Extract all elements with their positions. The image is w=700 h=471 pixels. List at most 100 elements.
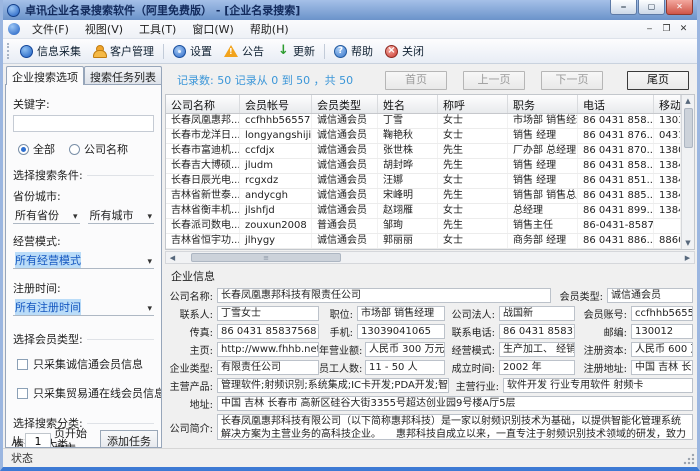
- last-page-button[interactable]: 尾页: [627, 70, 689, 90]
- table-row[interactable]: 吉林省衡丰机... jlshfjd 诚信通会员 赵翊雁 女士 总经理 86 0431 899…: [166, 204, 694, 219]
- checkbox-maoyitong[interactable]: 只采集贸易通在线会员信息: [17, 385, 161, 401]
- horizontal-scrollbar[interactable]: ◀ ▶: [165, 251, 695, 264]
- business-mode-field[interactable]: 生产加工、 经销批发: [499, 342, 575, 357]
- phone-field[interactable]: 86 0431 85837566: [499, 324, 575, 339]
- close-app-button[interactable]: 关闭: [379, 41, 430, 61]
- announcement-button[interactable]: 公告: [218, 41, 270, 61]
- revenue-field[interactable]: 人民币 300 万元/年: [365, 342, 445, 357]
- fax-field[interactable]: 86 0431 85837568: [217, 324, 319, 339]
- industry-field[interactable]: 软件开发 行业专用软件 射频卡: [503, 378, 693, 393]
- col-company-name[interactable]: 公司名称: [166, 95, 240, 113]
- table-row[interactable]: 长春市富迪机... ccfdjx 诚信通会员 张世株 先生 厂办部 总经理 86 0431 …: [166, 144, 694, 159]
- table-row[interactable]: 长春凤凰惠邦...ccfhhb5655755诚信通会员丁雪女士市场部 销售经理8…: [166, 114, 694, 129]
- vertical-scrollbar[interactable]: ▲ ▼: [681, 95, 694, 249]
- checkbox-chengxintong[interactable]: 只采集诚信通会员信息: [17, 356, 154, 372]
- scroll-down-icon[interactable]: ▼: [682, 237, 695, 249]
- table-cell: 赵翊雁: [378, 204, 438, 218]
- customer-manage-button[interactable]: 客户管理: [87, 41, 160, 61]
- col-name[interactable]: 姓名: [378, 95, 438, 113]
- col-mobile[interactable]: 移动电: [654, 95, 681, 113]
- tab-strip: 企业搜索选项 搜索任务列表: [5, 66, 162, 85]
- zipcode-field[interactable]: 130012: [631, 324, 693, 339]
- company-type-field[interactable]: 有限责任公司: [217, 360, 319, 375]
- start-page-input[interactable]: [25, 432, 51, 447]
- table-cell: jludm: [240, 159, 312, 173]
- contact-field[interactable]: 丁雪女士: [217, 306, 319, 321]
- reg-address-field[interactable]: 中国 吉林 长春市: [631, 360, 693, 375]
- mdi-close-icon[interactable]: ✕: [675, 24, 692, 34]
- prev-page-button[interactable]: 上一页: [463, 70, 525, 90]
- first-page-button[interactable]: 首页: [385, 70, 447, 90]
- document-icon[interactable]: [8, 23, 20, 35]
- table-cell: 销售部 销售总监: [508, 189, 578, 203]
- menu-view[interactable]: 视图(V): [77, 19, 131, 39]
- table-cell: 吉林省衡丰机...: [166, 204, 240, 218]
- toolbar-separator: [163, 43, 164, 59]
- mobile-field[interactable]: 13039041065: [357, 324, 445, 339]
- table-cell: 86 0431 858...: [578, 114, 654, 128]
- radio-company-name[interactable]: 公司名称: [69, 141, 128, 157]
- col-phone[interactable]: 电话: [578, 95, 654, 113]
- menu-help[interactable]: 帮助(H): [242, 19, 297, 39]
- regtime-select[interactable]: 所有注册时间: [13, 299, 154, 316]
- add-task-button[interactable]: 添加任务: [100, 430, 158, 447]
- scrollbar-thumb[interactable]: [683, 108, 693, 148]
- close-button[interactable]: [666, 0, 693, 15]
- minimize-button[interactable]: [610, 0, 637, 15]
- province-select[interactable]: 所有省份: [13, 207, 80, 224]
- col-member-account[interactable]: 会员帐号: [240, 95, 312, 113]
- scroll-up-icon[interactable]: ▲: [682, 95, 695, 107]
- products-field[interactable]: 管理软件;射频识别;系统集成;IC卡开发;PDA开发;智能卡: [217, 378, 449, 393]
- menu-file[interactable]: 文件(F): [24, 19, 77, 39]
- mdi-restore-icon[interactable]: ❐: [658, 24, 675, 34]
- update-button[interactable]: 更新: [270, 41, 321, 61]
- table-cell: 普通会员: [312, 219, 378, 233]
- scrollbar-thumb[interactable]: [191, 253, 341, 262]
- table-row[interactable]: 长春吉大博硕... jludm 诚信通会员 胡封晔 先生 销售 经理 86 0431 858…: [166, 159, 694, 174]
- maximize-button[interactable]: [638, 0, 665, 15]
- toolbar-grip[interactable]: [7, 43, 10, 59]
- collect-button[interactable]: 信息采集: [14, 41, 87, 61]
- capital-field[interactable]: 人民币 600 万: [631, 342, 693, 357]
- help-button[interactable]: 帮助: [328, 41, 379, 61]
- founded-field[interactable]: 2002 年: [499, 360, 575, 375]
- keyword-input[interactable]: [13, 115, 154, 132]
- scroll-left-icon[interactable]: ◀: [166, 254, 179, 262]
- mode-label: 经营模式:: [13, 235, 61, 248]
- legal-person-field[interactable]: 战国新: [499, 306, 575, 321]
- city-select[interactable]: 所有城市: [87, 207, 154, 224]
- table-row[interactable]: 吉林省新世泰...andycgh诚信通会员宋峰明先生销售部 销售总监86 043…: [166, 189, 694, 204]
- tab-search-options[interactable]: 企业搜索选项: [6, 66, 84, 85]
- position-field[interactable]: 市场部 销售经理: [357, 306, 445, 321]
- member-account-field[interactable]: ccfhhb5655755: [631, 306, 693, 321]
- homepage-field[interactable]: http://www.fhhb.net: [217, 342, 319, 357]
- title-bar: 卓讯企业名录搜索软件（阿里免费版） - [企业名录搜索]: [3, 0, 697, 20]
- next-page-button[interactable]: 下一页: [541, 70, 603, 90]
- settings-button[interactable]: 设置: [167, 41, 218, 61]
- status-text: 状态: [11, 452, 33, 465]
- scroll-right-icon[interactable]: ▶: [681, 254, 694, 262]
- col-salutation[interactable]: 称呼: [438, 95, 508, 113]
- menu-window[interactable]: 窗口(W): [184, 19, 241, 39]
- employees-field[interactable]: 11 - 50 人: [365, 360, 445, 375]
- radio-all[interactable]: 全部: [18, 141, 55, 157]
- resize-grip[interactable]: [683, 453, 695, 465]
- intro-field[interactable]: 长春凤凰惠邦科技有限公司（以下简称惠邦科技）是一家以射频识别技术为基础，以提供智…: [217, 414, 693, 440]
- table-row[interactable]: 吉林省恒宇功... jlhygy 诚信通会员 郭丽丽 女士 商务部 经理 86 0431 8…: [166, 234, 694, 249]
- collect-label: 信息采集: [37, 45, 81, 58]
- table-row[interactable]: 长春日辰光电... rcgxdz 诚信通会员 汪娜 女士 销售 经理 86 0431 851…: [166, 174, 694, 189]
- tab-task-list[interactable]: 搜索任务列表: [84, 66, 162, 85]
- col-member-type[interactable]: 会员类型: [312, 95, 378, 113]
- mdi-minimize-icon[interactable]: ‒: [641, 24, 658, 34]
- address-field[interactable]: 中国 吉林 长春市 高新区硅谷大街3355号超达创业园9号楼A厅5层: [217, 396, 693, 411]
- company-name-field[interactable]: 长春凤凰惠邦科技有限责任公司: [217, 288, 551, 303]
- table-cell: 先生: [438, 159, 508, 173]
- menu-tools[interactable]: 工具(T): [131, 19, 184, 39]
- table-row[interactable]: 长春派司数电... zouxun2008 普通会员 邹珣 先生 销售主任 86-0431-8…: [166, 219, 694, 234]
- col-position[interactable]: 职务: [508, 95, 578, 113]
- member-type-field[interactable]: 诚信通会员: [607, 288, 693, 303]
- table-cell: 13843: [654, 189, 681, 203]
- table-row[interactable]: 长春市龙洋日... longyangshijin 诚信通会员 鞠艳秋 女士 销售 经理 86…: [166, 129, 694, 144]
- mode-select[interactable]: 所有经营模式: [13, 252, 154, 269]
- table-cell: 销售 经理: [508, 174, 578, 188]
